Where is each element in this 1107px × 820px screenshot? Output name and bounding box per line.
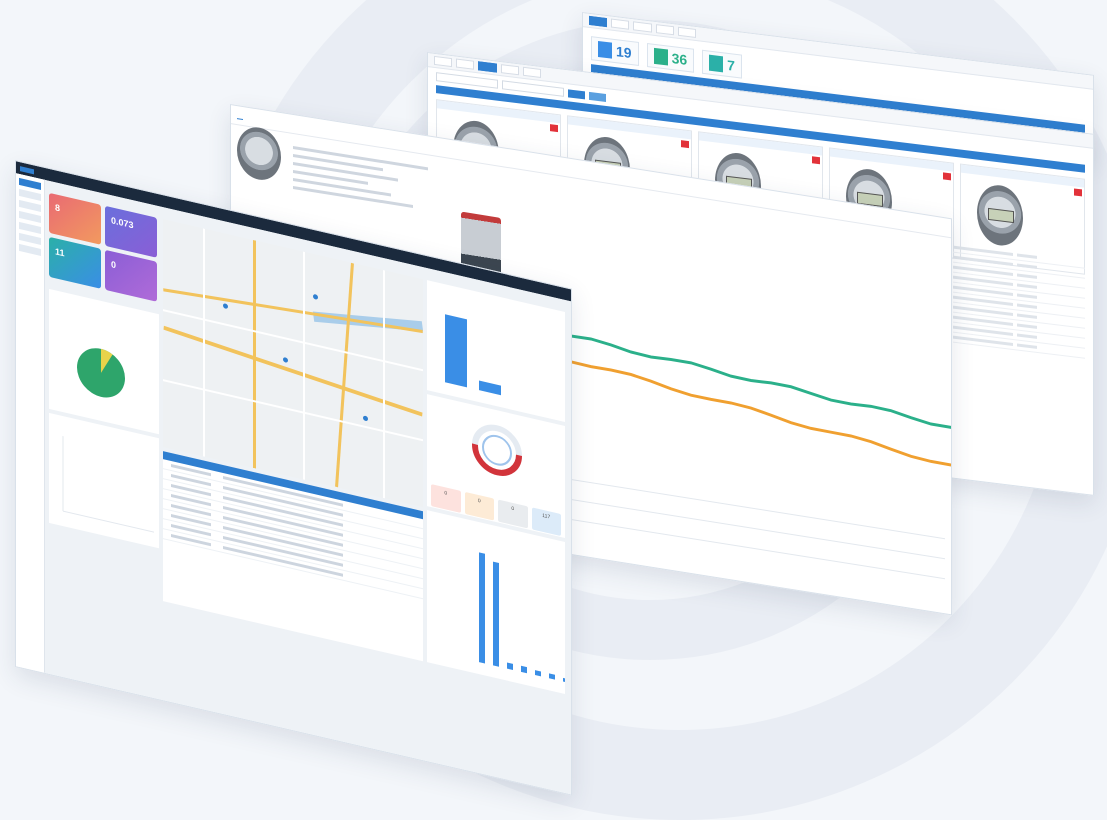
chart-bar bbox=[563, 677, 569, 683]
nav-item[interactable] bbox=[40, 170, 44, 176]
summary-tile[interactable]: 0 bbox=[498, 499, 528, 529]
street bbox=[303, 251, 305, 480]
summary-value: 0 bbox=[477, 497, 481, 505]
tab-3[interactable] bbox=[478, 61, 497, 73]
meter-lcd bbox=[988, 207, 1014, 224]
main-road bbox=[335, 262, 354, 488]
sidebar-item[interactable] bbox=[19, 199, 41, 213]
tab-5[interactable] bbox=[677, 26, 696, 38]
nav-item[interactable] bbox=[51, 173, 55, 179]
map-marker[interactable] bbox=[363, 415, 368, 422]
street bbox=[383, 269, 385, 499]
main-road bbox=[253, 239, 256, 469]
stat-number: 19 bbox=[616, 43, 632, 62]
meter-icon bbox=[598, 40, 612, 59]
chart-bar bbox=[549, 673, 555, 680]
chart-bar bbox=[445, 314, 467, 388]
sidebar-item[interactable] bbox=[19, 221, 41, 235]
summary-value: 0 bbox=[444, 490, 448, 497]
stat-number: 7 bbox=[727, 56, 735, 74]
tab-5[interactable] bbox=[522, 66, 541, 78]
chart-bar bbox=[521, 665, 527, 674]
chart-bar bbox=[535, 670, 541, 677]
kpi-card[interactable]: 8 bbox=[49, 192, 101, 245]
map-marker[interactable] bbox=[283, 356, 288, 364]
kpi-cards: 8 0.073 11 0 bbox=[49, 192, 159, 308]
alarm-badge bbox=[811, 156, 820, 165]
tab-3[interactable] bbox=[633, 21, 652, 33]
kpi-card[interactable]: 11 bbox=[49, 236, 101, 289]
alarm-badge bbox=[1073, 188, 1082, 197]
meter-icon bbox=[709, 54, 724, 73]
chart-bar bbox=[507, 662, 513, 670]
stat-card[interactable]: 36 bbox=[646, 42, 695, 73]
alarm-badge bbox=[942, 172, 951, 181]
kpi-card[interactable]: 0.073 bbox=[105, 205, 157, 258]
tab-2[interactable] bbox=[611, 18, 630, 30]
chart-bar bbox=[479, 380, 501, 396]
sidebar-item[interactable] bbox=[19, 177, 41, 191]
tab-detail[interactable] bbox=[237, 111, 243, 120]
summary-tile[interactable]: 117 bbox=[531, 507, 561, 537]
sidebar-item[interactable] bbox=[19, 243, 41, 257]
record-table bbox=[953, 242, 1085, 359]
summary-tile[interactable]: 0 bbox=[464, 491, 494, 521]
summary-value: 0 bbox=[511, 505, 515, 513]
water-meter-photo bbox=[977, 182, 1023, 249]
street bbox=[203, 228, 205, 457]
sidebar-item[interactable] bbox=[19, 232, 41, 246]
bottom-bar-chart-panel bbox=[427, 510, 569, 694]
stat-card[interactable]: 7 bbox=[702, 49, 742, 79]
kpi-card[interactable]: 0 bbox=[105, 249, 157, 302]
search-button[interactable] bbox=[568, 88, 585, 99]
sidebar bbox=[16, 173, 45, 673]
left-chart-panel bbox=[49, 412, 159, 549]
stat-card[interactable]: 19 bbox=[591, 36, 639, 66]
tab-history[interactable] bbox=[249, 113, 255, 121]
left-chart-axes bbox=[62, 435, 154, 533]
kpi-value: 8 bbox=[55, 202, 61, 214]
water-meter-photo bbox=[237, 124, 281, 184]
tab-4[interactable] bbox=[655, 24, 674, 36]
donut-inner-ring bbox=[482, 434, 512, 466]
summary-value: 117 bbox=[542, 512, 551, 521]
nav-item-home[interactable] bbox=[20, 165, 35, 174]
kpi-value: 0 bbox=[111, 259, 117, 271]
reset-button[interactable] bbox=[588, 91, 606, 102]
sidebar-item[interactable] bbox=[19, 188, 41, 202]
pie-chart-panel bbox=[49, 288, 159, 435]
chart-bar bbox=[479, 552, 485, 664]
tab-1[interactable] bbox=[434, 55, 453, 68]
tab-2[interactable] bbox=[456, 58, 475, 70]
tab-alarm[interactable] bbox=[260, 115, 266, 123]
bottom-bar-chart bbox=[479, 552, 569, 683]
tab-1[interactable] bbox=[589, 15, 608, 28]
alarm-badge bbox=[549, 124, 558, 133]
summary-tile[interactable]: 0 bbox=[431, 484, 461, 513]
kpi-value: 0.073 bbox=[111, 215, 134, 231]
meter-icon bbox=[653, 47, 668, 66]
alarm-badge bbox=[680, 140, 689, 149]
tab-4[interactable] bbox=[500, 64, 519, 76]
map-marker[interactable] bbox=[313, 293, 318, 300]
kpi-value: 11 bbox=[55, 246, 65, 259]
sidebar-item[interactable] bbox=[19, 210, 41, 224]
chart-bar bbox=[493, 561, 499, 667]
stat-number: 36 bbox=[671, 49, 688, 68]
pie-chart bbox=[77, 348, 125, 398]
map-marker[interactable] bbox=[223, 303, 228, 310]
